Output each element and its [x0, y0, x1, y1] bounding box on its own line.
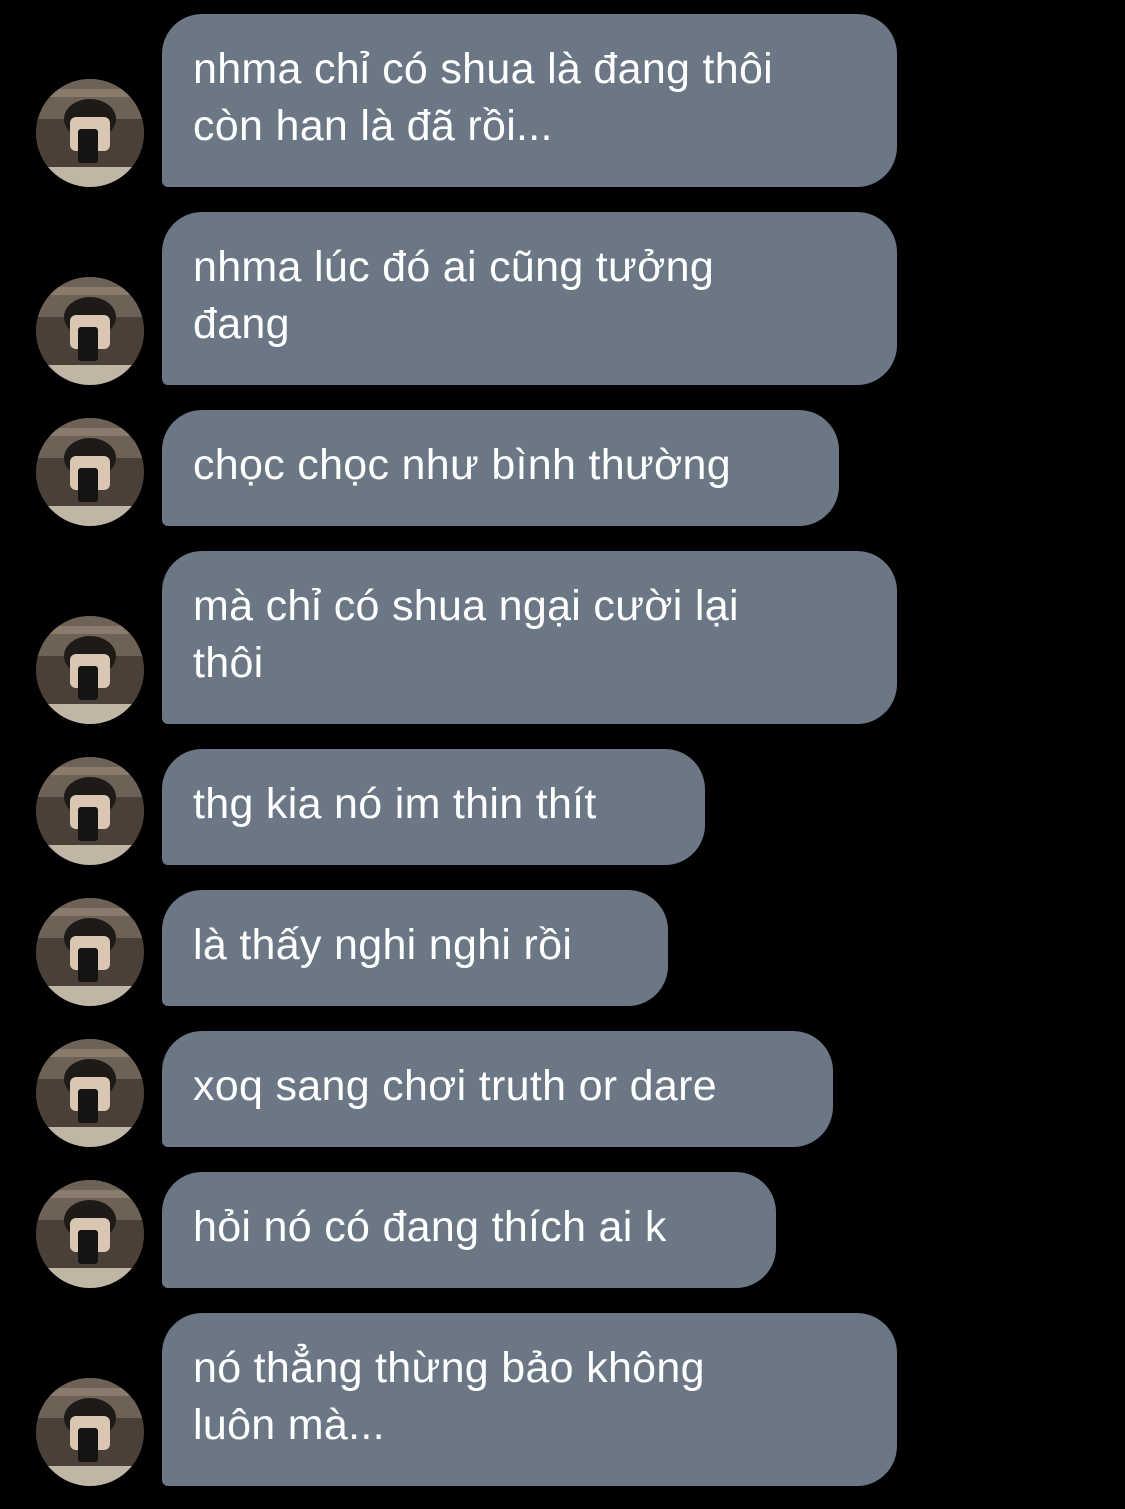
avatar[interactable] — [36, 418, 144, 526]
avatar[interactable] — [36, 277, 144, 385]
avatar[interactable] — [36, 1378, 144, 1486]
profile-photo-icon — [36, 616, 144, 724]
profile-photo-icon — [36, 757, 144, 865]
avatar[interactable] — [36, 757, 144, 865]
profile-photo-icon — [36, 1378, 144, 1486]
message-bubble[interactable]: mà chỉ có shua ngại cười lại thôi — [162, 551, 897, 724]
avatar[interactable] — [36, 79, 144, 187]
message-bubble[interactable]: là thấy nghi nghi rồi — [162, 890, 668, 1006]
profile-photo-icon — [36, 898, 144, 1006]
profile-photo-icon — [36, 277, 144, 385]
message-bubble[interactable]: xoq sang chơi truth or dare — [162, 1031, 833, 1147]
profile-photo-icon — [36, 1180, 144, 1288]
message-bubble[interactable]: nhma chỉ có shua là đang thôi còn han là… — [162, 14, 897, 187]
message-bubble[interactable]: hỏi nó có đang thích ai k — [162, 1172, 776, 1288]
avatar[interactable] — [36, 1180, 144, 1288]
profile-photo-icon — [36, 79, 144, 187]
profile-photo-icon — [36, 1039, 144, 1147]
message-bubble[interactable]: nó thẳng thừng bảo không luôn mà... — [162, 1313, 897, 1486]
message-bubble[interactable]: nhma lúc đó ai cũng tưởng đang — [162, 212, 897, 385]
avatar[interactable] — [36, 1039, 144, 1147]
avatar[interactable] — [36, 616, 144, 724]
message-bubble[interactable]: chọc chọc như bình thường — [162, 410, 839, 526]
message-bubble[interactable]: thg kia nó im thin thít — [162, 749, 705, 865]
message-thread: nhma chỉ có shua là đang thôi còn han là… — [0, 0, 1125, 1509]
profile-photo-icon — [36, 418, 144, 526]
avatar[interactable] — [36, 898, 144, 1006]
